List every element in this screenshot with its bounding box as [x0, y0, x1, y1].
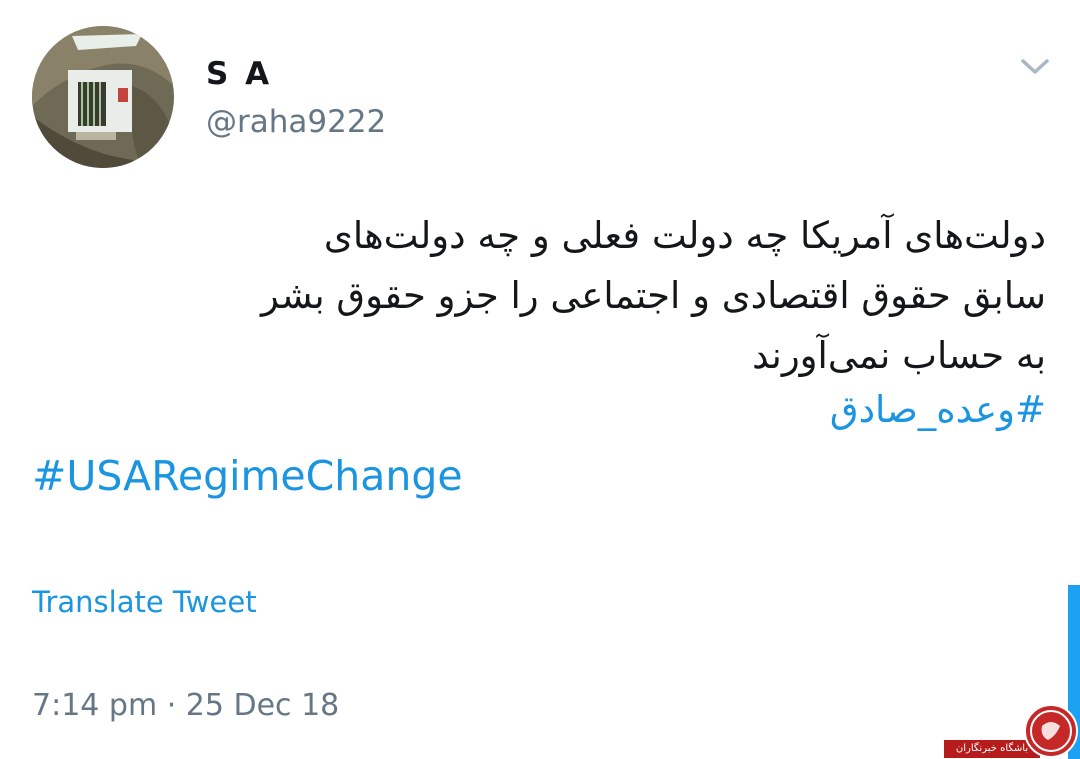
tweet-text-line: دولت‌های آمریکا چه دولت فعلی و چه دولت‌ه… [323, 214, 1046, 257]
user-avatar[interactable] [32, 26, 174, 168]
tweet-timestamp: 7:14 pm · 25 Dec 18 [32, 688, 340, 723]
news-agency-logo-icon [1024, 704, 1078, 758]
tweet-text-line: سابق حقوق اقتصادی و اجتماعی را جزو حقوق … [260, 274, 1046, 317]
hashtag-link-persian[interactable]: #وعده_صادق [830, 388, 1046, 431]
watermark-logo: باشگاه خبرنگاران [944, 700, 1080, 759]
hashtag-link-usaregimechange[interactable]: #USARegimeChange [32, 452, 463, 500]
chevron-down-icon[interactable] [1018, 52, 1052, 82]
translate-tweet-link[interactable]: Translate Tweet [32, 585, 257, 619]
avatar-photo [32, 26, 174, 168]
tweet-text-line: به حساب نمی‌آورند [752, 334, 1046, 377]
user-display-name[interactable]: S A [206, 56, 272, 92]
tweet-text: دولت‌های آمریکا چه دولت فعلی و چه دولت‌ه… [166, 206, 1046, 386]
user-handle[interactable]: @raha9222 [206, 104, 386, 140]
tweet-card: S A @raha9222 دولت‌های آمریکا چه دولت فع… [0, 0, 1080, 759]
